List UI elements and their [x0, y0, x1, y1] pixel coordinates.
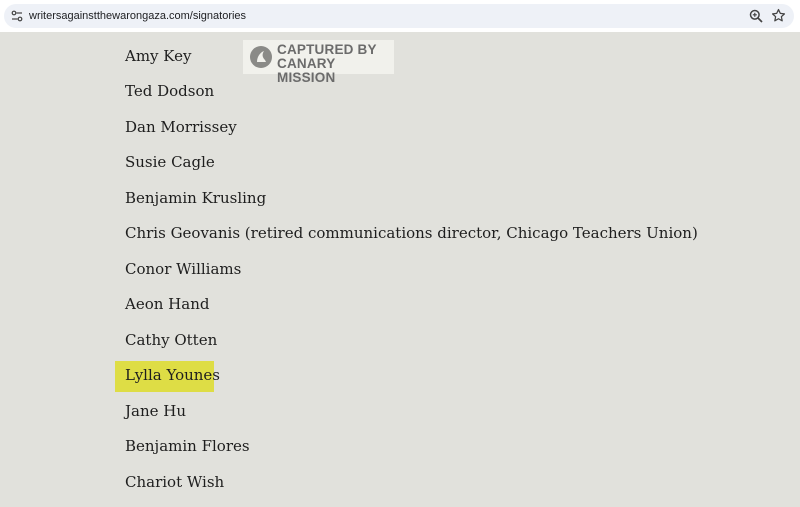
signatory-name: Conor Williams: [125, 260, 242, 278]
signatory-name: Ted Dodson: [125, 82, 215, 100]
signatory-name: Chariot Wish: [125, 473, 225, 491]
signatory-name: Amy Key: [125, 47, 192, 65]
signatory-name: Jane Hu: [125, 402, 187, 420]
signatory-name: Dan Morrissey: [125, 118, 237, 136]
signatory-name: Chris Geovanis (retired communications d…: [125, 224, 698, 242]
signatory-name: Cathy Otten: [125, 331, 218, 349]
signatory-name: Susie Cagle: [125, 153, 215, 171]
signatory-name: Aeon Hand: [125, 295, 210, 313]
signatory-name: Benjamin Krusling: [125, 189, 267, 207]
signatory-name: Benjamin Flores: [125, 437, 250, 455]
signatory-list: Amy Key Ted Dodson Dan Morrissey Susie C…: [0, 0, 800, 507]
signatory-name-highlighted: Lylla Younes: [125, 366, 221, 384]
